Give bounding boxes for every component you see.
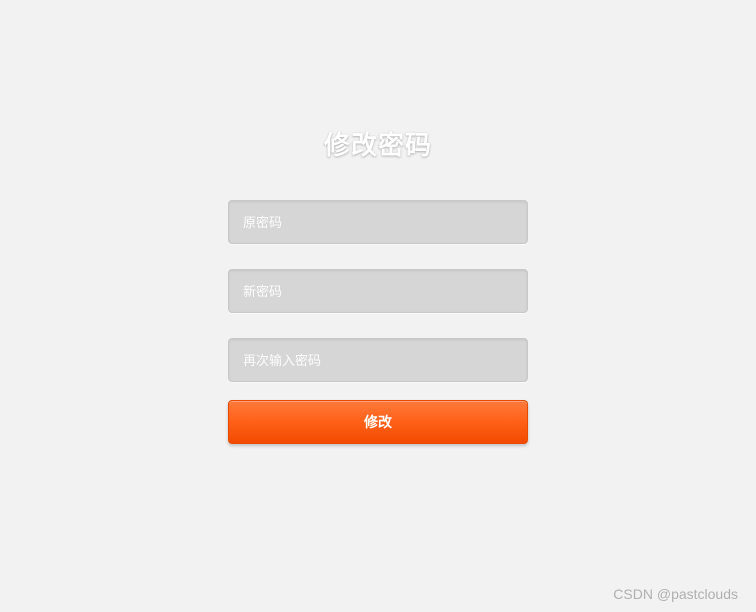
form-title: 修改密码 xyxy=(228,125,528,162)
watermark-text: CSDN @pastclouds xyxy=(613,586,738,602)
old-password-input[interactable] xyxy=(228,200,528,244)
confirm-password-input[interactable] xyxy=(228,338,528,382)
submit-button[interactable]: 修改 xyxy=(228,400,528,444)
change-password-form: 修改密码 修改 xyxy=(228,0,528,444)
new-password-input[interactable] xyxy=(228,269,528,313)
